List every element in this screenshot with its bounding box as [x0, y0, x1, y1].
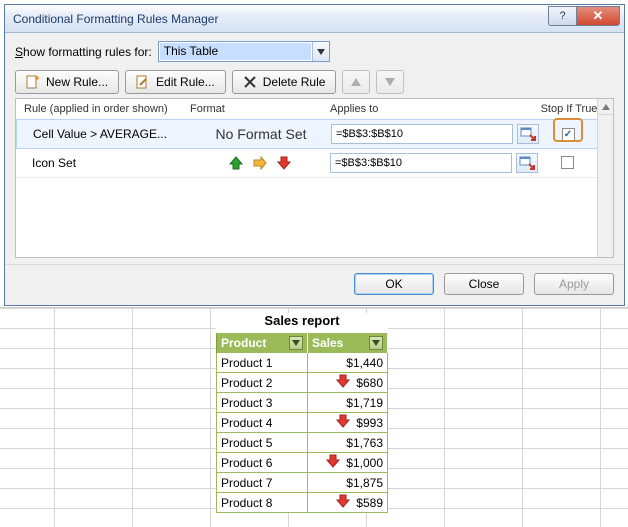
rule-format-preview: No Format Set: [191, 126, 331, 142]
sales-cell[interactable]: $589: [308, 493, 387, 512]
move-up-button[interactable]: [342, 70, 370, 94]
rule-format-preview: [190, 156, 330, 170]
show-rules-label: Show formatting rules for:: [15, 45, 152, 59]
conditional-formatting-dialog: Conditional Formatting Rules Manager ? ✕…: [4, 4, 625, 306]
stop-if-true-checkbox[interactable]: [562, 128, 575, 141]
titlebar: Conditional Formatting Rules Manager ? ✕: [5, 5, 624, 33]
table-row[interactable]: Product 7$1,875: [216, 473, 388, 493]
applies-to-input[interactable]: [330, 153, 512, 173]
table-row[interactable]: Product 4$993: [216, 413, 388, 433]
close-button[interactable]: Close: [444, 273, 524, 295]
down-arrow-icon: [336, 374, 350, 391]
close-window-button[interactable]: ✕: [576, 6, 620, 26]
applies-to-input[interactable]: [331, 124, 513, 144]
rule-name: Cell Value > AVERAGE...: [21, 127, 191, 141]
sales-cell[interactable]: $1,875: [308, 473, 387, 492]
apply-button[interactable]: Apply: [534, 273, 614, 295]
delete-icon: [243, 75, 257, 89]
sales-cell[interactable]: $1,719: [308, 393, 387, 412]
dialog-title: Conditional Formatting Rules Manager: [13, 12, 548, 26]
product-cell[interactable]: Product 2: [217, 373, 308, 392]
sales-report-table: Sales report Product Sales Product 1$1,4…: [216, 313, 388, 513]
product-cell[interactable]: Product 7: [217, 473, 308, 492]
filter-icon[interactable]: [289, 336, 303, 350]
filter-icon[interactable]: [369, 336, 383, 350]
sales-cell[interactable]: $1,440: [308, 353, 387, 372]
sales-cell[interactable]: $993: [308, 413, 387, 432]
delete-rule-button[interactable]: Delete Rule: [232, 70, 337, 94]
product-cell[interactable]: Product 8: [217, 493, 308, 512]
edit-rule-icon: [136, 75, 150, 89]
move-down-button[interactable]: [376, 70, 404, 94]
product-cell[interactable]: Product 6: [217, 453, 308, 472]
new-rule-button[interactable]: New Rule...: [15, 70, 119, 94]
product-cell[interactable]: Product 5: [217, 433, 308, 452]
scope-combo-value: This Table: [160, 43, 311, 60]
report-title: Sales report: [216, 313, 388, 333]
table-row[interactable]: Product 2$680: [216, 373, 388, 393]
column-rule: Rule (applied in order shown): [20, 103, 190, 115]
table-row[interactable]: Product 6$1,000: [216, 453, 388, 473]
column-stop: Stop If True: [538, 103, 600, 115]
chevron-down-icon: [312, 42, 329, 61]
ok-button[interactable]: OK: [354, 273, 434, 295]
column-format: Format: [190, 103, 330, 115]
rules-table: Rule (applied in order shown) Format App…: [15, 98, 614, 258]
product-cell[interactable]: Product 4: [217, 413, 308, 432]
product-cell[interactable]: Product 3: [217, 393, 308, 412]
product-cell[interactable]: Product 1: [217, 353, 308, 372]
scroll-up-icon: [598, 99, 613, 115]
rule-row[interactable]: Icon Set: [16, 148, 613, 178]
sales-cell[interactable]: $1,763: [308, 433, 387, 452]
range-select-button[interactable]: [517, 124, 539, 144]
rule-row[interactable]: Cell Value > AVERAGE...No Format Set: [16, 119, 613, 149]
stop-if-true-checkbox[interactable]: [561, 156, 574, 169]
header-product[interactable]: Product: [216, 333, 308, 353]
table-row[interactable]: Product 3$1,719: [216, 393, 388, 413]
new-rule-icon: [26, 75, 40, 89]
table-row[interactable]: Product 8$589: [216, 493, 388, 513]
spreadsheet-grid: Sales report Product Sales Product 1$1,4…: [0, 307, 628, 308]
rule-name: Icon Set: [20, 156, 190, 170]
down-arrow-icon: [336, 494, 350, 511]
header-sales[interactable]: Sales: [308, 333, 388, 353]
scope-combo[interactable]: This Table: [158, 41, 330, 62]
table-row[interactable]: Product 1$1,440: [216, 353, 388, 373]
edit-rule-button[interactable]: Edit Rule...: [125, 70, 226, 94]
sales-cell[interactable]: $680: [308, 373, 387, 392]
sales-cell[interactable]: $1,000: [308, 453, 387, 472]
help-button[interactable]: ?: [548, 6, 576, 26]
range-select-button[interactable]: [516, 153, 538, 173]
down-arrow-icon: [326, 454, 340, 471]
rules-scrollbar[interactable]: [597, 99, 613, 257]
table-row[interactable]: Product 5$1,763: [216, 433, 388, 453]
down-arrow-icon: [336, 414, 350, 431]
column-applies: Applies to: [330, 103, 538, 115]
